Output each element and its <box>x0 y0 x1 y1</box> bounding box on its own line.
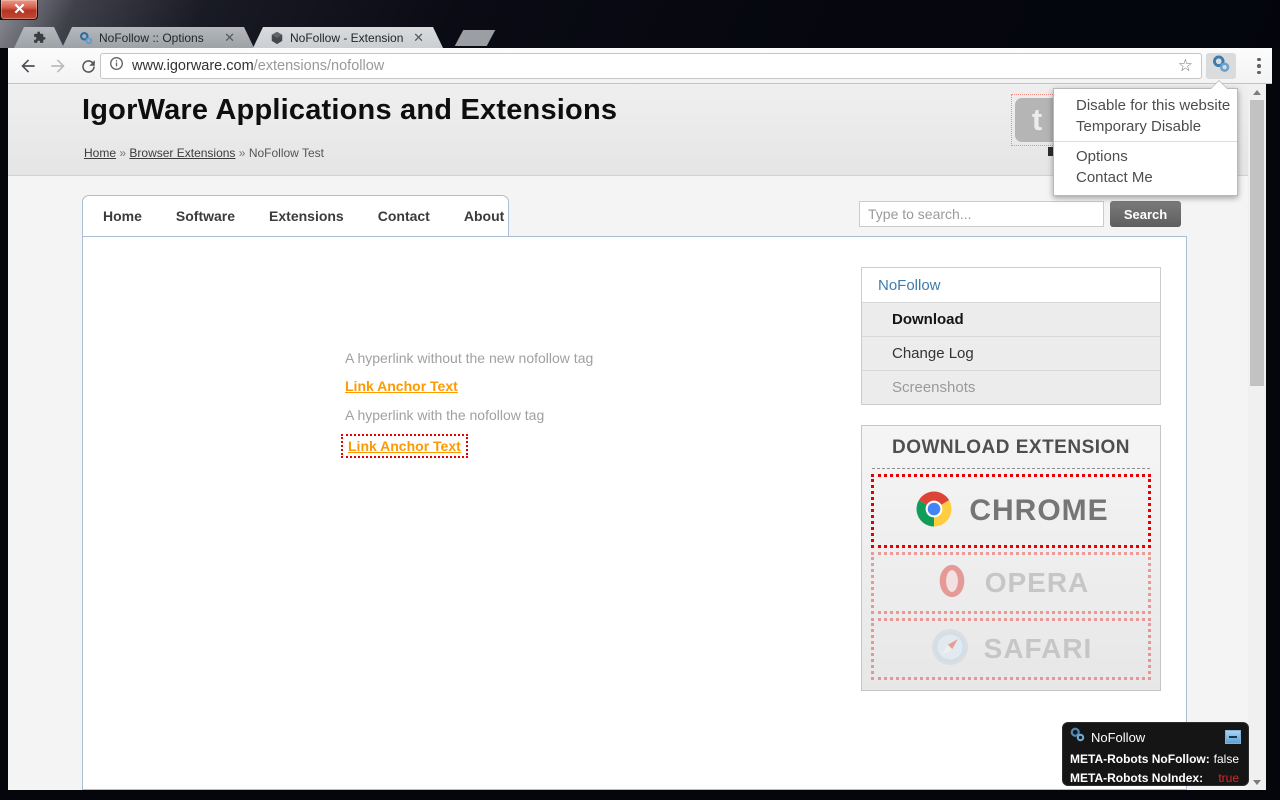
tab-nofollow-page[interactable]: NoFollow - Extension for ✕ <box>253 27 443 48</box>
breadcrumb: Home » Browser Extensions » NoFollow Tes… <box>84 146 324 160</box>
new-tab-button[interactable] <box>455 30 496 46</box>
demo-caption-1: A hyperlink without the new nofollow tag <box>345 350 593 366</box>
nofollow-chain-icon <box>78 30 93 45</box>
back-button[interactable] <box>16 54 40 78</box>
sidebar-item-changelog[interactable]: Change Log <box>862 336 1160 370</box>
bookmark-star-icon[interactable]: ☆ <box>1178 56 1193 76</box>
arrow-up-icon <box>1253 90 1261 95</box>
breadcrumb-current: NoFollow Test <box>249 146 324 160</box>
demo-link-plain[interactable]: Link Anchor Text <box>345 378 458 394</box>
tab-title: NoFollow - Extension for <box>290 31 404 45</box>
tab-title: NoFollow :: Options <box>99 31 215 45</box>
nav-home[interactable]: Home <box>103 208 142 224</box>
tab-close-icon[interactable]: ✕ <box>410 30 427 45</box>
menu-item-temporary-disable[interactable]: Temporary Disable <box>1054 116 1237 137</box>
browser-toolbar: www.igorware.com/extensions/nofollow ☆ <box>8 48 1272 84</box>
opera-logo-icon <box>933 561 971 606</box>
popup-title: NoFollow <box>1091 730 1145 745</box>
tab-pinned-extensions[interactable] <box>14 27 64 48</box>
popup-row-noindex: META-Robots NoIndex: true <box>1063 768 1248 787</box>
nav-contact[interactable]: Contact <box>378 208 430 224</box>
menu-item-contact-me[interactable]: Contact Me <box>1054 167 1237 188</box>
reload-icon <box>79 57 98 76</box>
scrollbar-thumb[interactable] <box>1250 100 1264 386</box>
breadcrumb-section-link[interactable]: Browser Extensions <box>129 146 235 160</box>
nofollow-chain-icon <box>1070 727 1085 747</box>
download-chrome-button[interactable]: CHROME <box>871 474 1151 548</box>
info-icon <box>109 56 124 76</box>
reload-button[interactable] <box>76 54 100 78</box>
breadcrumb-home-link[interactable]: Home <box>84 146 116 160</box>
search-input[interactable] <box>859 201 1104 227</box>
page-title: IgorWare Applications and Extensions <box>82 94 617 127</box>
download-opera-button[interactable]: OPERA <box>871 552 1151 614</box>
download-panel-title: DOWNLOAD EXTENSION <box>862 437 1160 459</box>
nav-software[interactable]: Software <box>176 208 235 224</box>
nav-about[interactable]: About <box>464 208 504 224</box>
site-nav: Home Software Extensions Contact About <box>82 195 509 237</box>
popup-row-nofollow: META-Robots NoFollow: false <box>1063 749 1248 768</box>
demo-link-nofollow[interactable]: Link Anchor Text <box>341 434 468 458</box>
menu-item-disable-website[interactable]: Disable for this website <box>1054 95 1237 116</box>
minimize-icon <box>1229 736 1237 738</box>
window-titlebar: NoFollow :: Options ✕ NoFollow - Extensi… <box>0 0 1280 48</box>
demo-caption-2: A hyperlink with the nofollow tag <box>345 407 544 423</box>
browser-window: NoFollow :: Options ✕ NoFollow - Extensi… <box>0 0 1280 800</box>
cube-icon <box>269 30 284 45</box>
chrome-logo-icon <box>913 488 955 535</box>
content-panel: A hyperlink without the new nofollow tag… <box>82 236 1187 790</box>
nav-extensions[interactable]: Extensions <box>269 208 344 224</box>
sidebar-item-screenshots[interactable]: Screenshots <box>862 370 1160 404</box>
nofollow-extension-button[interactable] <box>1206 53 1236 79</box>
scroll-down-button[interactable] <box>1248 774 1266 790</box>
dashed-divider <box>872 468 1150 469</box>
nofollow-value: false <box>1214 750 1239 768</box>
noindex-value: true <box>1218 769 1239 787</box>
download-safari-button[interactable]: SAFARI <box>871 618 1151 680</box>
nofollow-status-popup: NoFollow META-Robots NoFollow: false MET… <box>1062 722 1249 786</box>
address-bar[interactable]: www.igorware.com/extensions/nofollow ☆ <box>100 53 1202 79</box>
close-button[interactable] <box>0 0 38 20</box>
tab-close-icon[interactable]: ✕ <box>221 30 238 45</box>
scrollbar[interactable] <box>1248 84 1266 790</box>
download-extension-panel: DOWNLOAD EXTENSION CHROME <box>861 425 1161 691</box>
menu-separator <box>1054 141 1237 142</box>
arrow-down-icon <box>1253 780 1261 785</box>
forward-button[interactable] <box>46 54 70 78</box>
menu-item-options[interactable]: Options <box>1054 146 1237 167</box>
scroll-up-button[interactable] <box>1248 84 1266 100</box>
close-icon <box>14 1 25 19</box>
popup-minimize-button[interactable] <box>1225 730 1241 744</box>
url-text: www.igorware.com/extensions/nofollow <box>132 58 384 74</box>
sidebar-menu: NoFollow Download Change Log Screenshots <box>861 267 1161 405</box>
forward-icon <box>48 56 68 76</box>
sidebar-item-download[interactable]: Download <box>862 302 1160 336</box>
sidebar-item-nofollow[interactable]: NoFollow <box>862 268 1160 302</box>
search-button[interactable]: Search <box>1110 201 1181 227</box>
puzzle-icon <box>32 30 47 45</box>
back-icon <box>18 56 38 76</box>
safari-logo-icon <box>930 627 970 672</box>
popup-header: NoFollow <box>1063 723 1248 749</box>
tab-strip: NoFollow :: Options ✕ NoFollow - Extensi… <box>0 27 1280 48</box>
menu-notch <box>1211 81 1227 89</box>
menu-dots-icon <box>1257 58 1261 62</box>
extension-dropdown-menu: Disable for this website Temporary Disab… <box>1053 88 1238 196</box>
nofollow-chain-icon <box>1212 55 1230 78</box>
tab-nofollow-options[interactable]: NoFollow :: Options ✕ <box>62 27 254 48</box>
chrome-menu-button[interactable] <box>1248 53 1270 79</box>
